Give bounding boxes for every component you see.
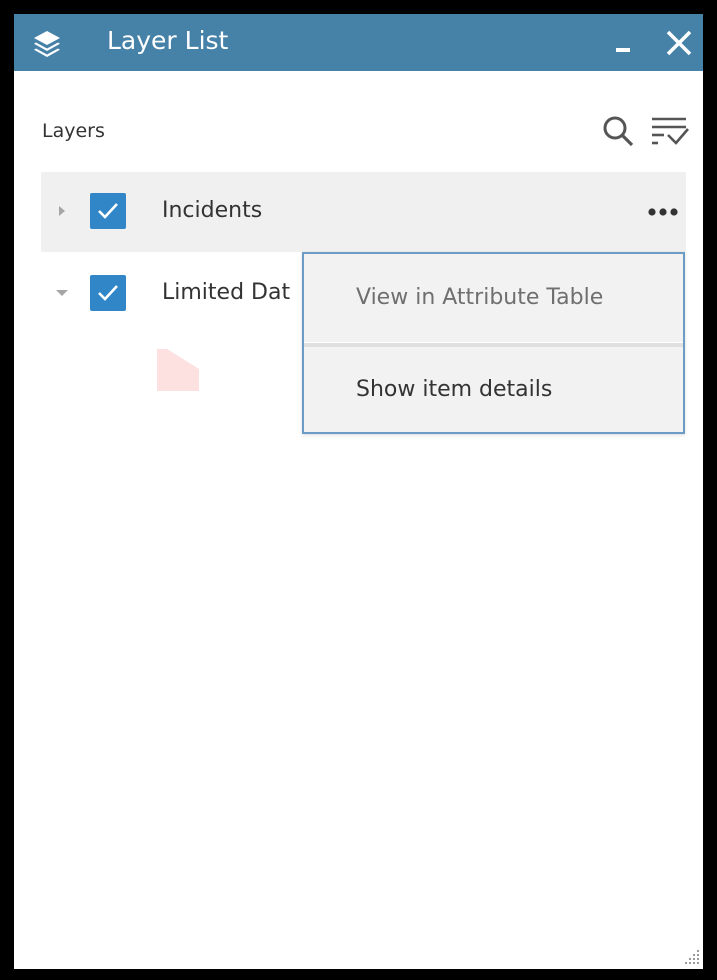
layer-context-menu: View in Attribute Table Show item detail…: [302, 252, 685, 434]
layer-name: Limited Dat: [162, 280, 291, 305]
layers-section-label: Layers: [42, 120, 105, 142]
layer-row-incidents[interactable]: Incidents: [41, 172, 686, 252]
close-button[interactable]: [666, 30, 692, 56]
search-icon: [603, 116, 634, 147]
expand-arrow-icon[interactable]: [55, 204, 69, 218]
legend-swatch: [157, 349, 199, 391]
resize-handle-icon[interactable]: [684, 948, 702, 966]
menu-item-view-attribute-table[interactable]: View in Attribute Table: [304, 254, 683, 342]
layer-visibility-checkbox[interactable]: [90, 275, 126, 311]
layer-name: Incidents: [162, 198, 263, 223]
menu-item-show-item-details[interactable]: Show item details: [304, 346, 683, 434]
title-bar[interactable]: Layer List: [14, 14, 703, 71]
checkmark-icon: [98, 285, 118, 301]
more-options-icon: [648, 208, 678, 216]
layers-icon: [34, 31, 60, 57]
layer-visibility-checkbox[interactable]: [90, 193, 126, 229]
minimize-icon: [616, 48, 630, 52]
more-options-button[interactable]: [645, 201, 681, 223]
layer-list-panel: Layer List Layers Incidents Limited Dat …: [14, 14, 703, 969]
filter-list-icon: [652, 117, 689, 145]
minimize-button[interactable]: [610, 26, 638, 60]
collapse-arrow-icon[interactable]: [55, 286, 69, 300]
close-icon: [666, 30, 692, 56]
window-title: Layer List: [107, 26, 229, 55]
filter-list-button[interactable]: [650, 113, 690, 149]
checkmark-icon: [98, 203, 118, 219]
search-button[interactable]: [600, 113, 636, 149]
